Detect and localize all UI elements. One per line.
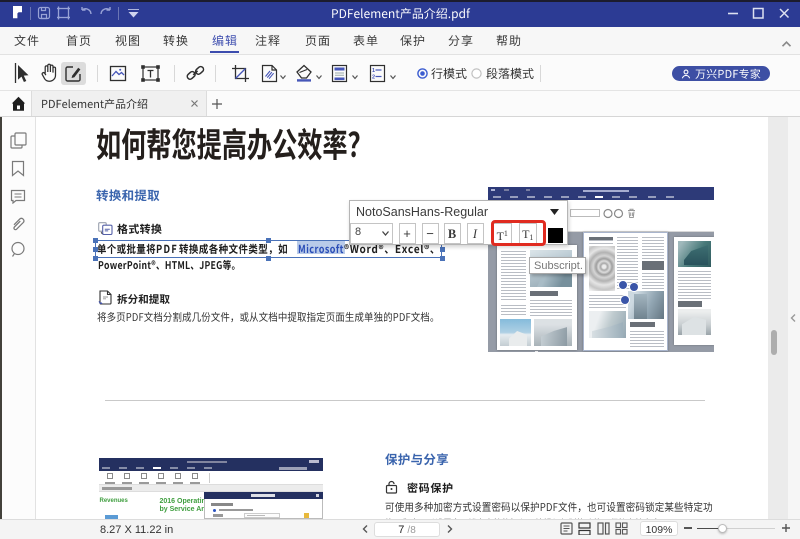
svg-text:2: 2	[372, 75, 375, 81]
svg-text:1: 1	[372, 68, 375, 74]
